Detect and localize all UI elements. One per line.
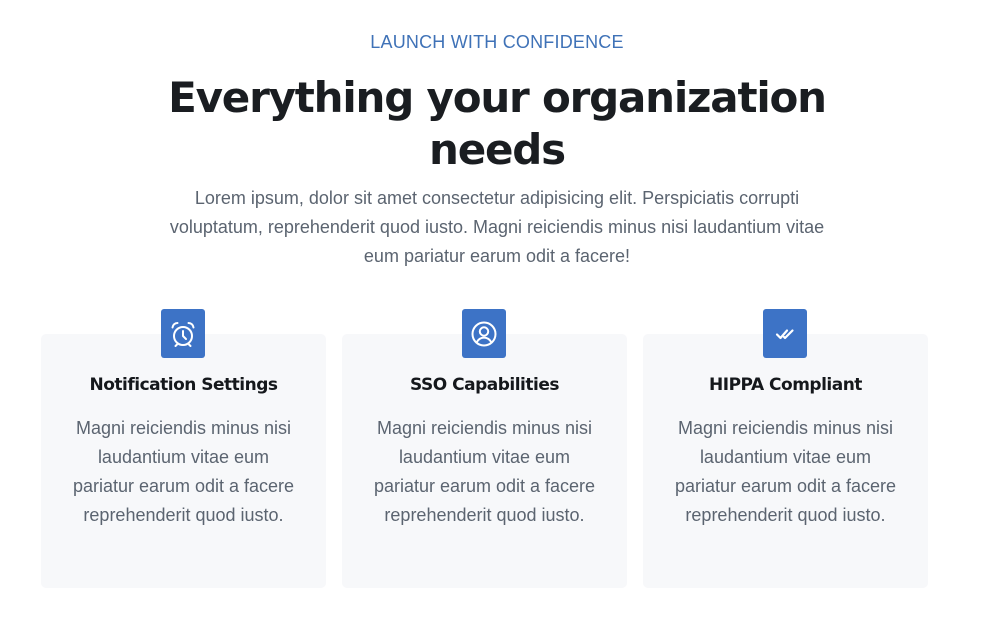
alarm-clock-icon — [171, 321, 195, 347]
feature-icon-badge — [763, 309, 807, 358]
section-title: Everything your organization needs — [168, 73, 827, 174]
feature-title: HIPPA Compliant — [709, 375, 862, 395]
feature-icon-badge — [161, 309, 205, 358]
feature-title: SSO Capabilities — [410, 375, 559, 395]
feature-card-sso-capabilities: SSO Capabilities Magni reiciendis minus … — [342, 309, 627, 588]
section-eyebrow: LAUNCH WITH CONFIDENCE — [370, 32, 624, 52]
double-check-icon — [775, 328, 794, 339]
feature-card-notification-settings: Notification Settings Magni reiciendis m… — [41, 309, 326, 588]
feature-description: Magni reiciendis minus nisi laudantium v… — [373, 418, 596, 525]
user-circle-icon — [471, 321, 497, 346]
feature-title: Notification Settings — [89, 375, 278, 395]
section-lead: Lorem ipsum, dolor sit amet consectetur … — [169, 188, 825, 266]
feature-description: Magni reiciendis minus nisi laudantium v… — [72, 418, 295, 525]
feature-icon-badge — [462, 309, 506, 358]
features-section: LAUNCH WITH CONFIDENCE Everything your o… — [0, 0, 994, 623]
feature-description: Magni reiciendis minus nisi laudantium v… — [674, 418, 897, 525]
feature-card-hippa-compliant: HIPPA Compliant Magni reiciendis minus n… — [643, 309, 928, 588]
